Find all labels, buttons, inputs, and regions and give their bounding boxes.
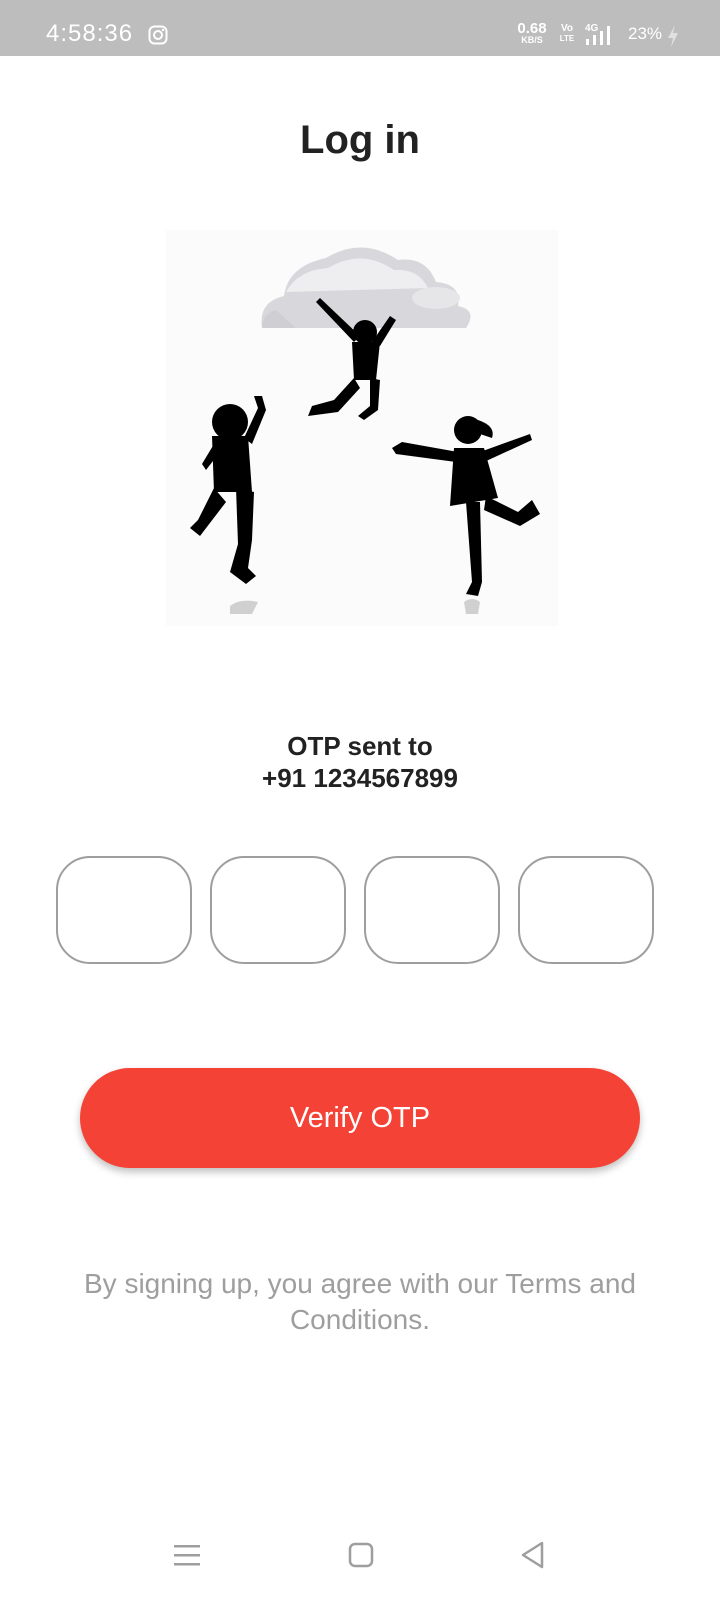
page-title: Log in	[300, 118, 420, 162]
status-bar: 4:58:36 0.68 KB/S Vo LTE 4G 23%	[0, 0, 720, 56]
network-type: 4G	[585, 23, 599, 34]
otp-sent-info: OTP sent to +91 1234567899	[0, 730, 720, 794]
verify-otp-button[interactable]: Verify OTP	[80, 1068, 640, 1168]
otp-digit-input-1[interactable]	[56, 856, 192, 964]
volte-indicator: Vo LTE	[558, 24, 576, 44]
otp-digit-input-4[interactable]	[518, 856, 654, 964]
otp-digit-input-3[interactable]	[364, 856, 500, 964]
charging-icon	[668, 25, 678, 47]
otp-sent-label: OTP sent to	[287, 731, 433, 761]
otp-digit-input-2[interactable]	[210, 856, 346, 964]
terms-text[interactable]: By signing up, you agree with our Terms …	[80, 1266, 640, 1338]
status-time: 4:58:36	[46, 20, 134, 47]
volte-line2: LTE	[559, 34, 575, 43]
volte-line1: Vo	[560, 23, 574, 34]
home-square-icon[interactable]	[346, 1540, 376, 1570]
network-speed: 0.68 KB/S	[512, 21, 552, 45]
kids-jumping-illustration	[166, 230, 558, 626]
otp-phone-number: +91 1234567899	[262, 763, 458, 793]
menu-icon[interactable]	[172, 1540, 202, 1570]
signal-icon: 4G	[585, 23, 610, 45]
back-triangle-icon[interactable]	[518, 1540, 548, 1570]
instagram-icon	[148, 25, 168, 45]
battery-percent: 23%	[628, 24, 663, 43]
